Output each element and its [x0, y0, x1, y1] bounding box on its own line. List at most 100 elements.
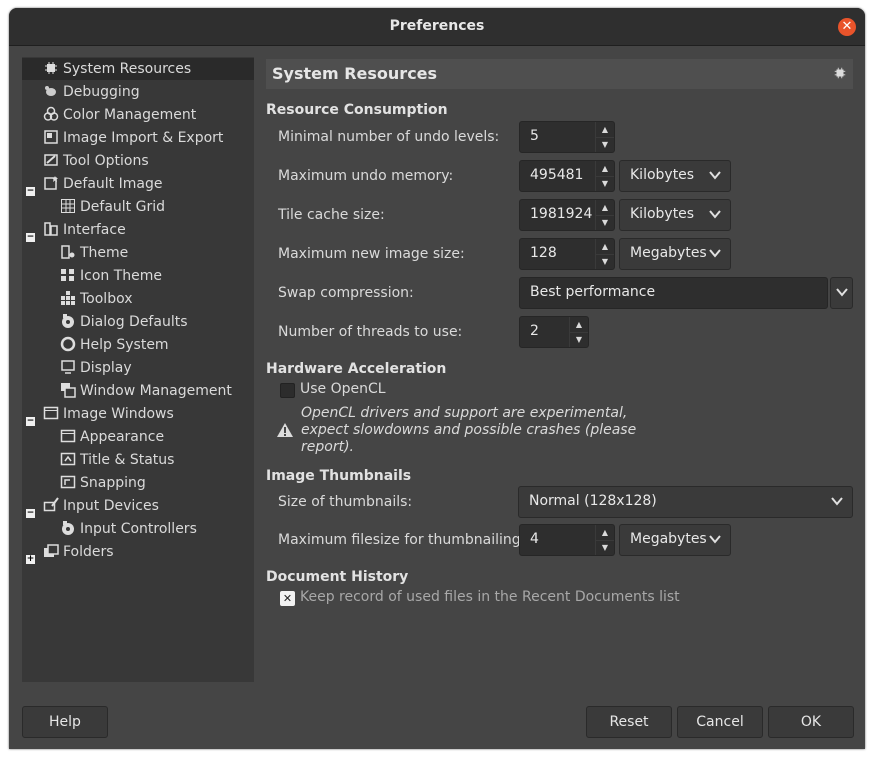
- tree-item-label: Debugging: [63, 84, 140, 100]
- reset-button[interactable]: Reset: [586, 706, 672, 738]
- tree-item-appearance[interactable]: Appearance: [60, 426, 164, 448]
- tree-item-label: Icon Theme: [80, 268, 163, 284]
- keep-recent-documents-checkbox[interactable]: ✕: [280, 591, 295, 606]
- decrement-button[interactable]: ▼: [596, 215, 614, 230]
- thumbnail-size-label: Size of thumbnails:: [278, 494, 413, 510]
- max-image-size-spinner[interactable]: 128 ▲ ▼: [519, 238, 615, 270]
- decrement-button[interactable]: ▼: [596, 254, 614, 269]
- tree-item-snapping[interactable]: Snapping: [60, 472, 146, 494]
- decrement-button[interactable]: ▼: [596, 137, 614, 152]
- ok-button[interactable]: OK: [768, 706, 854, 738]
- collapse-default-image[interactable]: −: [26, 187, 35, 196]
- theme-icon: [61, 245, 75, 259]
- keep-recent-documents-label[interactable]: Keep record of used files in the Recent …: [300, 589, 680, 605]
- help-lifebuoy-icon: [60, 336, 76, 352]
- threads-value: 2: [530, 323, 539, 339]
- expand-folders[interactable]: +: [26, 555, 35, 564]
- tree-item-toolbox[interactable]: Toolbox: [60, 288, 133, 310]
- collapse-input-devices[interactable]: −: [26, 509, 35, 518]
- help-button[interactable]: Help: [22, 706, 108, 738]
- collapse-interface[interactable]: −: [26, 233, 35, 242]
- increment-button[interactable]: ▲: [596, 525, 614, 541]
- chevron-down-icon: [831, 497, 843, 506]
- increment-button[interactable]: ▲: [596, 239, 614, 255]
- unit-value: Kilobytes: [630, 206, 695, 222]
- section-document-history: Document History: [266, 569, 409, 585]
- tree-item-folders[interactable]: Folders: [43, 541, 114, 563]
- tree-item-interface[interactable]: Interface: [43, 219, 126, 241]
- decrement-button[interactable]: ▼: [596, 176, 614, 191]
- undo-levels-spinner[interactable]: 5 ▲ ▼: [519, 121, 615, 153]
- color-circles-icon: [43, 106, 59, 121]
- increment-button[interactable]: ▲: [596, 161, 614, 177]
- swap-compression-dropdown-button[interactable]: [830, 277, 853, 309]
- chevron-down-icon: [836, 288, 848, 297]
- tree-item-default-image[interactable]: Default Image: [43, 173, 162, 195]
- cancel-button[interactable]: Cancel: [677, 706, 763, 738]
- preferences-dialog: Preferences ✕ System Resources Debugging…: [9, 8, 865, 749]
- tree-item-title-status[interactable]: Title & Status: [60, 449, 174, 471]
- threads-spinner[interactable]: 2 ▲ ▼: [519, 316, 589, 348]
- tree-item-system-resources[interactable]: System Resources: [22, 58, 254, 80]
- tree-item-input-devices[interactable]: Input Devices: [43, 495, 159, 517]
- tree-item-theme[interactable]: Theme: [60, 242, 128, 264]
- interface-icon: [44, 222, 58, 236]
- collapse-image-windows[interactable]: −: [26, 417, 35, 426]
- tile-cache-unit-select[interactable]: Kilobytes: [619, 199, 731, 231]
- tree-item-default-grid[interactable]: Default Grid: [60, 196, 165, 218]
- thumbnail-filesize-unit-select[interactable]: Megabytes: [619, 524, 731, 556]
- max-image-size-unit-select[interactable]: Megabytes: [619, 238, 731, 270]
- decrement-button[interactable]: ▼: [570, 332, 588, 347]
- warning-icon: [277, 423, 293, 437]
- tree-item-icon-theme[interactable]: Icon Theme: [60, 265, 162, 287]
- undo-levels-label: Minimal number of undo levels:: [278, 129, 500, 145]
- close-icon: ✕: [841, 19, 853, 34]
- chip-icon: [45, 62, 57, 74]
- close-button[interactable]: ✕: [838, 18, 856, 36]
- thumbnail-size-value: Normal (128x128): [529, 493, 657, 509]
- opencl-note-line: report).: [301, 439, 354, 455]
- tree-item-help-system[interactable]: Help System: [60, 334, 169, 356]
- tree-item-display[interactable]: Display: [60, 357, 132, 379]
- increment-button[interactable]: ▲: [596, 122, 614, 138]
- icon-theme-icon: [61, 269, 74, 281]
- title-status-icon: [60, 452, 76, 466]
- chip-icon: [834, 67, 846, 79]
- input-controllers-icon: [62, 521, 74, 535]
- unit-value: Megabytes: [630, 531, 707, 547]
- tree-item-label: Toolbox: [80, 291, 133, 307]
- tree-item-label: Window Management: [80, 383, 232, 399]
- increment-button[interactable]: ▲: [596, 200, 614, 216]
- swap-compression-input[interactable]: Best performance: [519, 277, 828, 309]
- tile-cache-value: 1981924: [530, 206, 593, 222]
- thumbnail-filesize-value: 4: [530, 531, 539, 547]
- tree-item-image-import-export[interactable]: Image Import & Export: [43, 127, 223, 149]
- tree-item-label: Appearance: [80, 429, 165, 445]
- use-opencl-label[interactable]: Use OpenCL: [300, 381, 386, 397]
- tree-item-label: Display: [80, 360, 132, 376]
- bug-icon: [45, 86, 56, 96]
- tree-item-label: Input Devices: [63, 498, 159, 514]
- opencl-note: OpenCL drivers and support are experimen…: [301, 405, 636, 456]
- use-opencl-checkbox[interactable]: [280, 383, 295, 398]
- thumbnail-filesize-spinner[interactable]: 4 ▲ ▼: [519, 524, 615, 556]
- tree-item-input-controllers[interactable]: Input Controllers: [60, 518, 197, 540]
- thumbnail-size-select[interactable]: Normal (128x128): [518, 486, 853, 518]
- increment-button[interactable]: ▲: [570, 317, 588, 333]
- thumbnail-filesize-label: Maximum filesize for thumbnailing:: [278, 532, 526, 548]
- display-icon: [61, 360, 75, 374]
- tree-item-debugging[interactable]: Debugging: [43, 81, 140, 103]
- tree-item-label: Folders: [63, 544, 114, 560]
- tree-item-window-management[interactable]: Window Management: [60, 380, 232, 402]
- tree-item-image-windows[interactable]: Image Windows: [43, 403, 174, 425]
- tree-item-dialog-defaults[interactable]: Dialog Defaults: [60, 311, 188, 333]
- undo-memory-spinner[interactable]: 495481 ▲ ▼: [519, 160, 615, 192]
- preferences-tree: System Resources Debugging Color Managem…: [22, 57, 254, 682]
- decrement-button[interactable]: ▼: [596, 540, 614, 555]
- tree-item-tool-options[interactable]: Tool Options: [43, 150, 149, 172]
- tile-cache-spinner[interactable]: 1981924 ▲ ▼: [519, 199, 615, 231]
- undo-memory-unit-select[interactable]: Kilobytes: [619, 160, 731, 192]
- undo-memory-value: 495481: [530, 167, 584, 183]
- tree-item-color-management[interactable]: Color Management: [43, 104, 196, 126]
- toolbox-icon: [61, 291, 75, 305]
